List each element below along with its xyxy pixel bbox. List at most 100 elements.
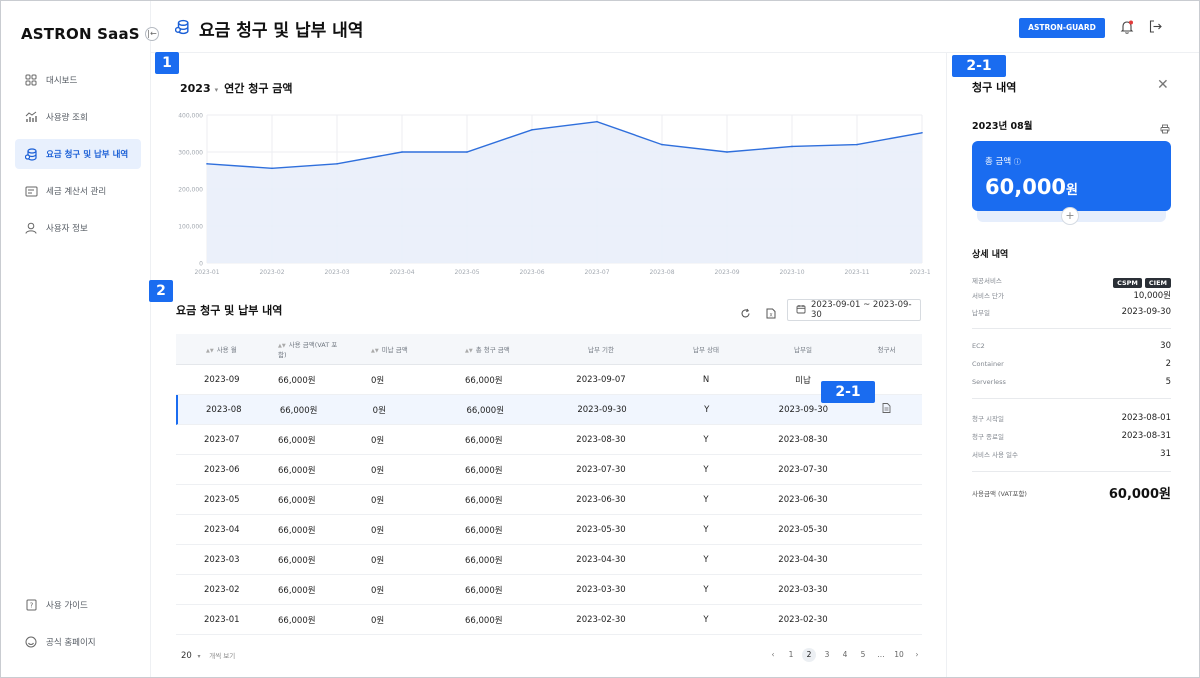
svg-text:X: X bbox=[769, 313, 772, 319]
sidebar-item-label: 공식 홈페이지 bbox=[46, 638, 96, 648]
y-tick-label: 400,000 bbox=[178, 113, 203, 120]
annotation-badge-2-1-row: 2-1 bbox=[821, 381, 875, 403]
data-point bbox=[791, 145, 793, 148]
annual-billing-chart: 0 100,000 200,000 300,000 400,000 2023-01 2023… bbox=[178, 113, 930, 277]
data-point bbox=[531, 129, 533, 131]
period-row-days: 서비스 사용 일수 31 bbox=[972, 449, 1171, 459]
sidebar-item-user-info[interactable]: 사용자 정보 bbox=[15, 213, 141, 243]
sum-row: 사용금액 (VAT포함) 60,000원 bbox=[972, 487, 1171, 502]
sidebar-item-label: 대시보드 bbox=[46, 76, 78, 86]
invoice-icon bbox=[24, 184, 38, 198]
divider bbox=[972, 328, 1171, 329]
page-title: 요금 청구 및 납부 내역 bbox=[199, 21, 364, 41]
sidebar-item-usage[interactable]: 사용량 조회 bbox=[15, 102, 141, 132]
bell-icon[interactable] bbox=[1119, 19, 1135, 39]
data-point bbox=[466, 151, 468, 153]
chart-title: 연간 청구 금액 bbox=[224, 82, 293, 95]
sidebar-item-tax-invoice[interactable]: 세금 계산서 관리 bbox=[15, 176, 141, 206]
period-row-end: 청구 종료일 2023-08-31 bbox=[972, 431, 1171, 441]
sidebar-item-homepage[interactable]: 공식 홈페이지 bbox=[15, 627, 141, 657]
table-row[interactable]: 2023-02 66,000원 0원 66,000원 2023-03-30 Y … bbox=[176, 575, 922, 605]
table-row[interactable]: 2023-07 66,000원 0원 66,000원 2023-08-30 Y … bbox=[176, 425, 922, 455]
data-point bbox=[206, 163, 208, 165]
data-point bbox=[271, 167, 273, 170]
column-header-unpaid[interactable]: ▲▼ 미납 금액 bbox=[341, 344, 435, 354]
panel-month: 2023년 08월 bbox=[972, 121, 1033, 132]
sidebar-item-label: 사용량 조회 bbox=[46, 113, 88, 123]
data-point bbox=[921, 131, 923, 134]
date-range-picker[interactable]: 2023-09-01 ~ 2023-09-30 bbox=[787, 299, 921, 321]
sidebar-item-guide[interactable]: ? 사용 가이드 bbox=[15, 590, 141, 620]
page-2-current[interactable]: 2 bbox=[802, 648, 816, 662]
sidebar-item-billing[interactable]: 요금 청구 및 납부 내역 bbox=[15, 139, 141, 169]
refresh-icon[interactable] bbox=[740, 304, 751, 323]
chevron-right-icon[interactable]: › bbox=[910, 648, 924, 662]
close-icon[interactable]: ✕ bbox=[1157, 77, 1169, 93]
x-tick-label: 2023-12 bbox=[909, 269, 930, 276]
table-header: ▲▼ 사용 월 ▲▼ 사용 금액(VAT 포함) ▲▼ 미납 금액 ▲▼ 총 청구 금액… bbox=[176, 334, 922, 365]
info-icon[interactable]: ⓘ bbox=[1014, 158, 1021, 166]
table-row[interactable]: 2023-04 66,000원 0원 66,000원 2023-05-30 Y … bbox=[176, 515, 922, 545]
chevron-down-icon: ▾ bbox=[197, 653, 201, 660]
table-row-selected[interactable]: 2023-08 66,000원 0원 66,000원 2023-09-30 Y … bbox=[176, 395, 922, 425]
column-header-usage-month[interactable]: ▲▼ 사용 월 bbox=[176, 344, 248, 354]
x-tick-label: 2023-06 bbox=[519, 269, 544, 276]
usage-row-container: Container 2 bbox=[972, 359, 1171, 369]
y-tick-label: 0 bbox=[199, 261, 203, 268]
table-row[interactable]: 2023-06 66,000원 0원 66,000원 2023-07-30 Y … bbox=[176, 455, 922, 485]
x-tick-label: 2023-07 bbox=[584, 269, 609, 276]
print-icon[interactable] bbox=[1160, 119, 1170, 138]
column-header-invoice: 청구서 bbox=[877, 346, 896, 354]
billing-table: ▲▼ 사용 월 ▲▼ 사용 금액(VAT 포함) ▲▼ 미납 금액 ▲▼ 총 청구 금액… bbox=[176, 334, 922, 635]
sidebar-item-label: 요금 청구 및 납부 내역 bbox=[46, 150, 129, 160]
total-label: 총 금액 ⓘ bbox=[985, 157, 1021, 167]
astron-guard-button[interactable]: ASTRON-GUARD bbox=[1019, 18, 1105, 38]
x-tick-label: 2023-09 bbox=[714, 269, 739, 276]
page-3[interactable]: 3 bbox=[820, 648, 834, 662]
divider bbox=[972, 398, 1171, 399]
pay-date-row: 납부일 2023-09-30 bbox=[972, 307, 1171, 317]
sidebar-item-dashboard[interactable]: 대시보드 bbox=[15, 65, 141, 95]
sidebar-bottom-nav: ? 사용 가이드 공식 홈페이지 bbox=[15, 590, 141, 664]
table-row[interactable]: 2023-09 66,000원 0원 66,000원 2023-09-07 N … bbox=[176, 365, 922, 395]
excel-download-icon[interactable]: X bbox=[766, 304, 776, 323]
page-5[interactable]: 5 bbox=[856, 648, 870, 662]
table-row[interactable]: 2023-03 66,000원 0원 66,000원 2023-04-30 Y … bbox=[176, 545, 922, 575]
x-tick-label: 2023-10 bbox=[779, 269, 804, 276]
sidebar-nav: 대시보드 사용량 조회 요금 청구 및 납부 내역 세금 계산서 관리 사용자 … bbox=[15, 65, 141, 250]
annotation-badge-1: 1 bbox=[155, 52, 179, 74]
column-header-pay-status: 납부 상태 bbox=[693, 346, 719, 354]
coins-icon bbox=[174, 19, 189, 39]
expand-plus-icon[interactable]: + bbox=[1061, 207, 1079, 225]
sidebar-item-label: 사용 가이드 bbox=[46, 601, 88, 611]
chevron-down-icon[interactable]: ▾ bbox=[215, 86, 219, 94]
year-select[interactable]: 2023 bbox=[180, 82, 211, 95]
annotation-badge-2-1-panel: 2-1 bbox=[952, 55, 1006, 77]
chart-header: 2023 ▾ 연간 청구 금액 bbox=[180, 80, 293, 96]
page-size-select[interactable]: 20 ▾ 개씩 보기 bbox=[181, 650, 235, 661]
sort-icon: ▲▼ bbox=[206, 348, 214, 354]
sidebar-collapse-icon[interactable]: |← bbox=[145, 27, 159, 41]
service-tag-ciem: CIEM bbox=[1144, 278, 1171, 288]
data-point bbox=[856, 143, 858, 146]
grid-icon bbox=[24, 73, 38, 87]
data-point bbox=[336, 163, 338, 165]
x-tick-label: 2023-08 bbox=[649, 269, 674, 276]
chevron-left-icon[interactable]: ‹ bbox=[766, 648, 780, 662]
logout-icon[interactable] bbox=[1148, 19, 1163, 38]
table-row[interactable]: 2023-05 66,000원 0원 66,000원 2023-06-30 Y … bbox=[176, 485, 922, 515]
table-row[interactable]: 2023-01 66,000원 0원 66,000원 2023-02-30 Y … bbox=[176, 605, 922, 635]
x-tick-label: 2023-03 bbox=[324, 269, 349, 276]
page-1[interactable]: 1 bbox=[784, 648, 798, 662]
sidebar-item-label: 사용자 정보 bbox=[46, 224, 88, 234]
page-4[interactable]: 4 bbox=[838, 648, 852, 662]
page-header: 요금 청구 및 납부 내역 ASTRON-GUARD bbox=[151, 1, 1199, 53]
column-header-usage-amount[interactable]: ▲▼ 사용 금액(VAT 포함) bbox=[248, 339, 341, 359]
app-logo[interactable]: ASTRON SaaS bbox=[21, 25, 140, 43]
sort-icon: ▲▼ bbox=[371, 348, 379, 354]
page-10[interactable]: 10 bbox=[892, 648, 906, 662]
invoice-document-icon[interactable] bbox=[851, 403, 922, 416]
data-point bbox=[401, 151, 403, 153]
unit-price-row: 서비스 단가 10,000원 bbox=[972, 291, 1171, 301]
column-header-total[interactable]: ▲▼ 총 청구 금액 bbox=[435, 344, 545, 354]
